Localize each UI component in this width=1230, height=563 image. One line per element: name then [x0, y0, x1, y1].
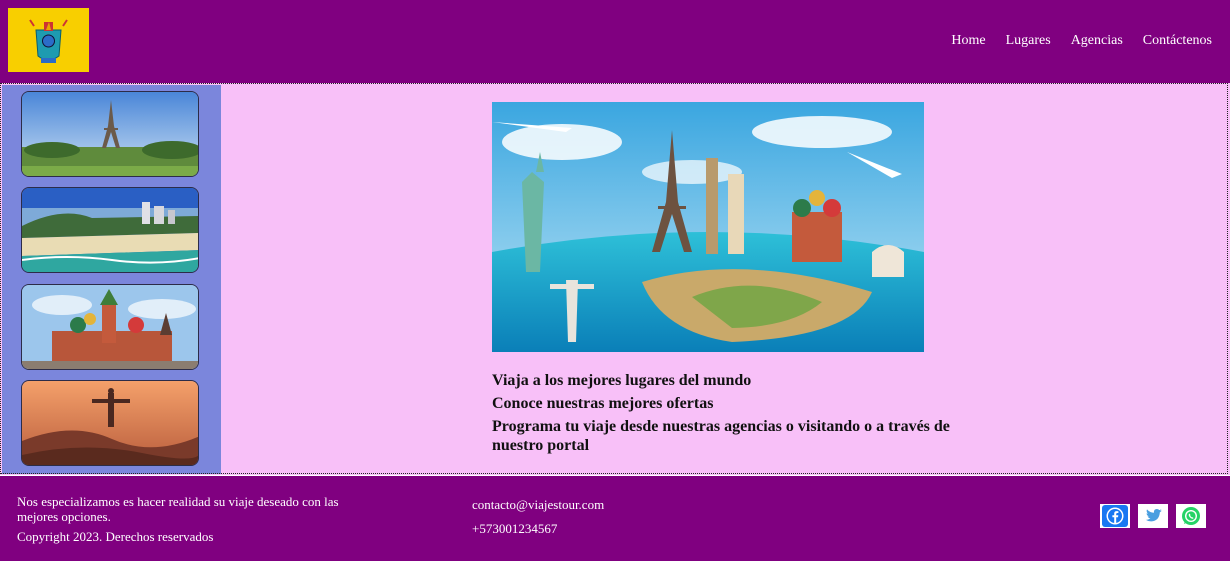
main-nav: Home Lugares Agencias Contáctenos	[951, 33, 1212, 49]
intro-text: Viaja a los mejores lugares del mundo Co…	[492, 371, 972, 459]
social-links	[1100, 504, 1206, 528]
twitter-icon[interactable]	[1138, 504, 1168, 528]
footer-copyright: Copyright 2023. Derechos reservados	[17, 529, 214, 544]
sidebar	[2, 85, 221, 474]
hero-image	[492, 102, 924, 352]
intro-line-1: Viaja a los mejores lugares del mundo	[492, 372, 752, 389]
nav-home[interactable]: Home	[951, 33, 985, 49]
nav-agencias[interactable]: Agencias	[1071, 33, 1123, 49]
footer-contact: contacto@viajestour.com +573001234567	[472, 497, 604, 545]
footer-about: Nos especializamos es hacer realidad su …	[17, 494, 377, 544]
intro-line-3: Programa tu viaje desde nuestras agencia…	[492, 418, 950, 454]
nav-contactenos[interactable]: Contáctenos	[1143, 33, 1212, 49]
intro-line-2: Conoce nuestras mejores ofertas	[492, 395, 714, 412]
footer-email[interactable]: contacto@viajestour.com	[472, 497, 604, 512]
header: Home Lugares Agencias Contáctenos	[0, 0, 1230, 83]
thumbnail-eiffel-tower[interactable]	[21, 91, 199, 177]
whatsapp-icon[interactable]	[1176, 504, 1206, 528]
facebook-icon[interactable]	[1100, 504, 1130, 528]
footer: Nos especializamos es hacer realidad su …	[0, 476, 1230, 561]
logo[interactable]	[8, 8, 89, 72]
nav-lugares[interactable]: Lugares	[1006, 33, 1051, 49]
thumbnail-beach-city[interactable]	[21, 187, 199, 273]
footer-description: Nos especializamos es hacer realidad su …	[17, 494, 339, 524]
footer-phone[interactable]: +573001234567	[472, 521, 604, 536]
thumbnail-christ-the-redeemer[interactable]	[21, 380, 199, 466]
thumbnail-kremlin-cathedral[interactable]	[21, 284, 199, 370]
